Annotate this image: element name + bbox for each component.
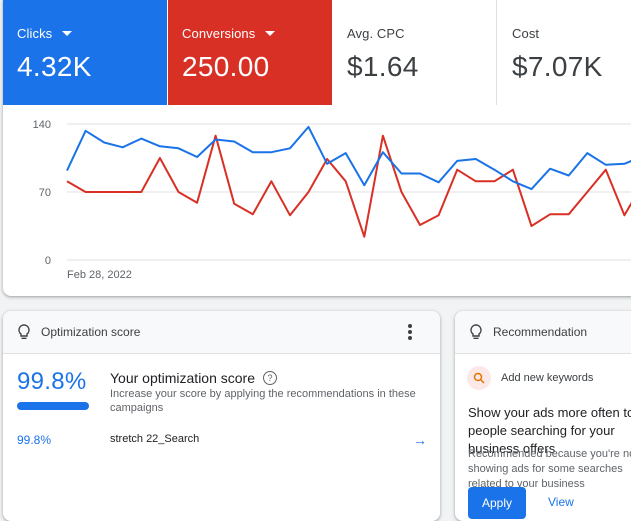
recommendation-item-label: Add new keywords (501, 372, 594, 384)
cost-metric-tab[interactable]: Cost $7.07K (498, 0, 631, 105)
clicks-value: 4.32K (17, 51, 92, 82)
optimization-description: Increase your score by applying the reco… (110, 388, 416, 414)
y-tick-label: 140 (33, 119, 51, 131)
conversions-label: Conversions (182, 26, 256, 41)
help-icon[interactable]: ? (263, 371, 278, 385)
recommendation-reason: Recommended because you're not showing a… (468, 448, 631, 490)
conversions-value: 250.00 (182, 51, 270, 82)
campaign-name[interactable]: stretch 22_Search (110, 433, 199, 445)
y-tick-label: 0 (45, 255, 51, 267)
more-options-icon[interactable] (402, 324, 418, 340)
optimization-card-header: Optimization score (3, 311, 440, 354)
recommendation-card-header: Recommendation (455, 311, 631, 354)
dropdown-caret-icon[interactable] (265, 31, 276, 36)
arrow-right-icon[interactable]: → (413, 432, 427, 448)
clicks-label: Clicks (17, 26, 53, 41)
conversions-label-row: Conversions (182, 26, 332, 41)
lightbulb-icon (18, 324, 30, 340)
clicks-label-row: Clicks (17, 26, 167, 41)
campaign-score: 99.8% (17, 433, 52, 447)
recommendation-item: Add new keywords (467, 366, 593, 390)
conversions-metric-tab[interactable]: Conversions 250.00 (168, 0, 332, 105)
performance-card: Clicks 4.32K Conversions 250.00 Avg. CPC… (3, 0, 631, 296)
cost-label: Cost (512, 26, 540, 41)
optimization-score-bar (17, 402, 89, 410)
optimization-title-row: Your optimization score ? (110, 370, 278, 386)
recommendation-card: Recommendation Add new keywords Show you… (455, 311, 631, 521)
performance-line-chart: 140 70 0 Feb 28, 2022 (33, 119, 631, 281)
optimization-title: Your optimization score (110, 370, 256, 386)
avg-cpc-value: $1.64 (347, 51, 419, 82)
x-tick-label: Feb 28, 2022 (67, 269, 132, 281)
recommendation-card-title: Recommendation (493, 325, 588, 339)
clicks-series-line (66, 125, 631, 191)
view-link[interactable]: View (548, 495, 574, 509)
cost-value: $7.07K (512, 51, 603, 82)
avg-cpc-label: Avg. CPC (347, 26, 405, 41)
optimization-score-card: Optimization score 99.8% Your optimizati… (3, 311, 440, 521)
y-tick-label: 70 (39, 187, 51, 199)
clicks-metric-tab[interactable]: Clicks 4.32K (3, 0, 167, 105)
dropdown-caret-icon[interactable] (62, 31, 73, 36)
optimization-card-title: Optimization score (41, 325, 141, 339)
avg-cpc-metric-tab[interactable]: Avg. CPC $1.64 (333, 0, 497, 105)
apply-button[interactable]: Apply (468, 487, 526, 519)
lightbulb-icon (470, 324, 482, 340)
optimization-score-value: 99.8% (17, 368, 87, 395)
conversions-series-line (66, 134, 631, 238)
search-icon (467, 366, 491, 390)
